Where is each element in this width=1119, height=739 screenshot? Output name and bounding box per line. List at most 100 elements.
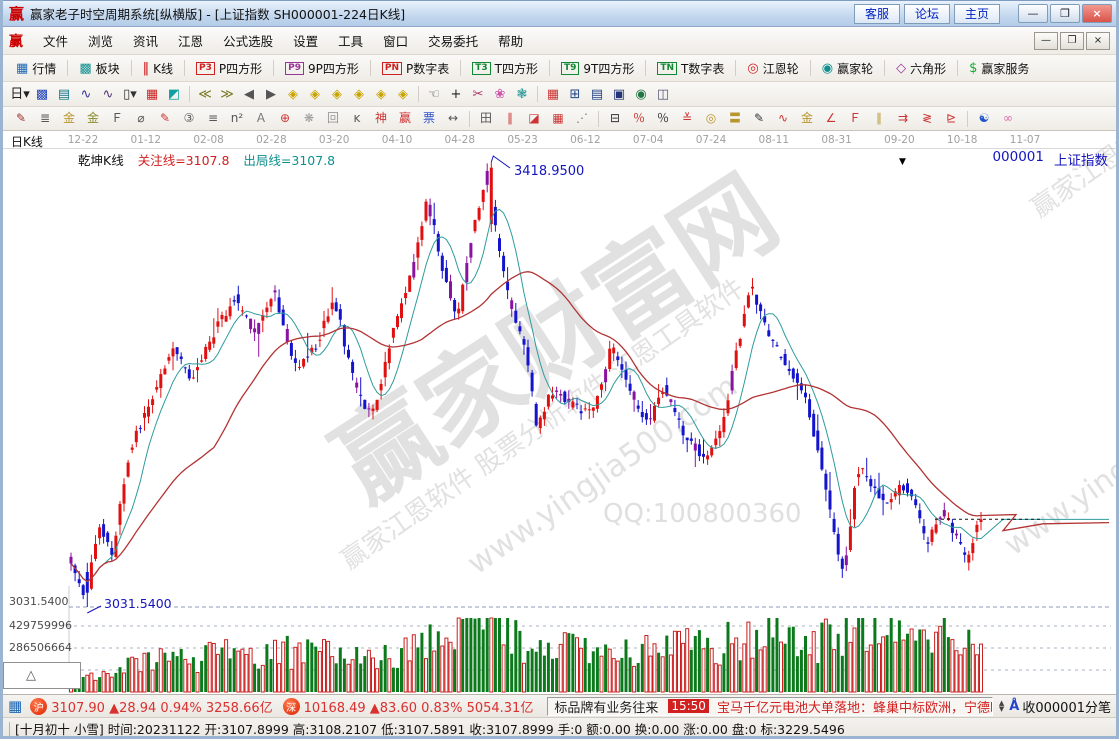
memo-icon[interactable]: ▤	[53, 85, 75, 104]
stats-box-icon[interactable]: ⊟	[603, 109, 627, 128]
pink-brain-icon[interactable]: ❀	[489, 85, 511, 104]
skip-forward-icon[interactable]: ≫	[216, 85, 238, 104]
menu-item-1[interactable]: 浏览	[78, 27, 123, 54]
menu-item-5[interactable]: 设置	[283, 27, 328, 54]
p-table-button[interactable]: PNP数字表	[375, 58, 456, 79]
9t-square-button[interactable]: T99T四方形	[554, 58, 641, 79]
target-circle-icon[interactable]: ⊕	[273, 109, 297, 128]
kline-chart-canvas[interactable]: 3418.95003031.5400	[3, 131, 1116, 694]
f-grid-icon[interactable]: Ｆ	[105, 109, 129, 128]
tick-chart-icon[interactable]: Å	[1009, 699, 1019, 714]
color-chart-icon[interactable]: ◩	[163, 85, 185, 104]
red-pattern-icon[interactable]: ▦	[141, 85, 163, 104]
pen-dot-icon[interactable]: ✎	[747, 109, 771, 128]
winner-wheel-button[interactable]: ◉赢家轮	[815, 58, 880, 79]
draw-pen-icon[interactable]: ✎	[9, 109, 33, 128]
speed-lines-icon[interactable]: ⇉	[891, 109, 915, 128]
gann-grid-icon[interactable]: ≣	[33, 109, 57, 128]
ying-grid-icon[interactable]: 赢	[393, 109, 417, 128]
gold-circle-icon[interactable]: ◎	[699, 109, 723, 128]
price-grid-gold-icon[interactable]: 金	[57, 109, 81, 128]
wave-icon[interactable]: ∿	[771, 109, 795, 128]
skip-back-icon[interactable]: ≪	[194, 85, 216, 104]
quadrant-icon[interactable]: ⊵	[939, 109, 963, 128]
export-icon[interactable]: ◫	[652, 85, 674, 104]
marker-tool-icon[interactable]: ✂	[467, 85, 489, 104]
gold-lines-icon[interactable]: 〓	[723, 109, 747, 128]
box-angle-icon[interactable]: 田	[474, 109, 498, 128]
square-spiral-icon[interactable]: 回	[321, 109, 345, 128]
percent-line-icon[interactable]: ≚	[675, 109, 699, 128]
angle-line-icon[interactable]: ∠	[819, 109, 843, 128]
gold-slash-icon[interactable]: ∥	[867, 109, 891, 128]
homepage-button[interactable]: 主页	[954, 4, 1000, 24]
sectors-button[interactable]: ▩板块	[72, 58, 126, 79]
zoom-out-corner-button[interactable]: △	[3, 662, 81, 689]
quote-grid-icon[interactable]: ▦	[8, 697, 22, 715]
menu-item-7[interactable]: 窗口	[373, 27, 418, 54]
mdi-restore-button[interactable]: ❐	[1060, 32, 1084, 50]
notepad-icon[interactable]: ▤	[586, 85, 608, 104]
diamond-left-icon[interactable]: ◈	[282, 85, 304, 104]
menu-item-8[interactable]: 交易委托	[418, 27, 488, 54]
diamond-cross-icon[interactable]: ◈	[348, 85, 370, 104]
news-scroll-spinner[interactable]: ▲▼	[999, 700, 1004, 712]
width-adjust-icon[interactable]: ↔	[441, 109, 465, 128]
diamond-h-icon[interactable]: ◈	[326, 85, 348, 104]
diamond-all-icon[interactable]: ◈	[392, 85, 414, 104]
mdi-close-button[interactable]: ×	[1086, 32, 1110, 50]
loss-percent-icon[interactable]: ％	[627, 109, 651, 128]
wave-3-icon[interactable]: ∿	[75, 85, 97, 104]
customer-service-button[interactable]: 客服	[854, 4, 900, 24]
time-grid-gold-icon[interactable]: 金	[81, 109, 105, 128]
save-icon[interactable]: ▣	[608, 85, 630, 104]
red-pen-icon[interactable]: ✎	[153, 109, 177, 128]
menu-item-0[interactable]: 文件	[33, 27, 78, 54]
infinity-icon[interactable]: ∞	[996, 109, 1020, 128]
spiral-icon[interactable]: ⌀	[129, 109, 153, 128]
mdi-minimize-button[interactable]: —	[1034, 32, 1058, 50]
grid-square-icon[interactable]: ▦	[546, 109, 570, 128]
calendar-icon[interactable]: ▦	[542, 85, 564, 104]
step-back-icon[interactable]: ◀	[238, 85, 260, 104]
9p-square-button[interactable]: P99P四方形	[278, 58, 366, 79]
period-day-selector[interactable]: 日▾	[9, 85, 31, 104]
diamond-move-icon[interactable]: ◈	[370, 85, 392, 104]
chevron-down-icon[interactable]: ▼	[899, 157, 906, 167]
t-square-button[interactable]: T3T四方形	[465, 58, 545, 79]
diamond-right-icon[interactable]: ◈	[304, 85, 326, 104]
news-ticker[interactable]: 标品牌有业务往来 15:50 宝马千亿元电池大单落地：蜂巢中标欧洲，宁德时	[547, 697, 993, 716]
f-angle-icon[interactable]: Ｆ	[843, 109, 867, 128]
crosshair-tool-icon[interactable]: +	[445, 85, 467, 104]
forum-button[interactable]: 论坛	[904, 4, 950, 24]
menu-item-6[interactable]: 工具	[328, 27, 373, 54]
flower-grid-icon[interactable]: ❋	[297, 109, 321, 128]
gold-box-icon[interactable]: 金	[795, 109, 819, 128]
save-sync-icon[interactable]: ◉	[630, 85, 652, 104]
fan-lines-icon[interactable]: ∥	[498, 109, 522, 128]
hgrid-icon[interactable]: ≡	[201, 109, 225, 128]
teal-brain-icon[interactable]: ❃	[511, 85, 533, 104]
k-note-icon[interactable]: ĸ	[345, 109, 369, 128]
capsule-selector[interactable]: ▯▾	[119, 85, 141, 104]
angle-a-icon[interactable]: Ａ	[249, 109, 273, 128]
p-square-button[interactable]: P3P四方形	[189, 58, 269, 79]
shen-grid-icon[interactable]: 神	[369, 109, 393, 128]
winner-service-button[interactable]: $赢家服务	[962, 58, 1036, 79]
minimize-button[interactable]: —	[1018, 4, 1048, 23]
hand-tool-icon[interactable]: ☜	[423, 85, 445, 104]
n2-grid-icon[interactable]: n²	[225, 109, 249, 128]
menu-item-4[interactable]: 公式选股	[213, 27, 283, 54]
calculator-icon[interactable]: ⊞	[564, 85, 586, 104]
menu-item-9[interactable]: 帮助	[488, 27, 533, 54]
piao-grid-icon[interactable]: 票	[417, 109, 441, 128]
percent-icon[interactable]: ％	[651, 109, 675, 128]
close-button[interactable]: ×	[1082, 4, 1112, 23]
hexagon-button[interactable]: ◇六角形	[889, 58, 953, 79]
menu-item-3[interactable]: 江恩	[168, 27, 213, 54]
tick-view-label[interactable]: 收000001分笔	[1022, 697, 1111, 716]
restore-button[interactable]: ❐	[1050, 4, 1080, 23]
menu-item-2[interactable]: 资讯	[123, 27, 168, 54]
pattern-window-icon[interactable]: ▩	[31, 85, 53, 104]
gann-wheel-button[interactable]: ◎江恩轮	[740, 58, 805, 79]
